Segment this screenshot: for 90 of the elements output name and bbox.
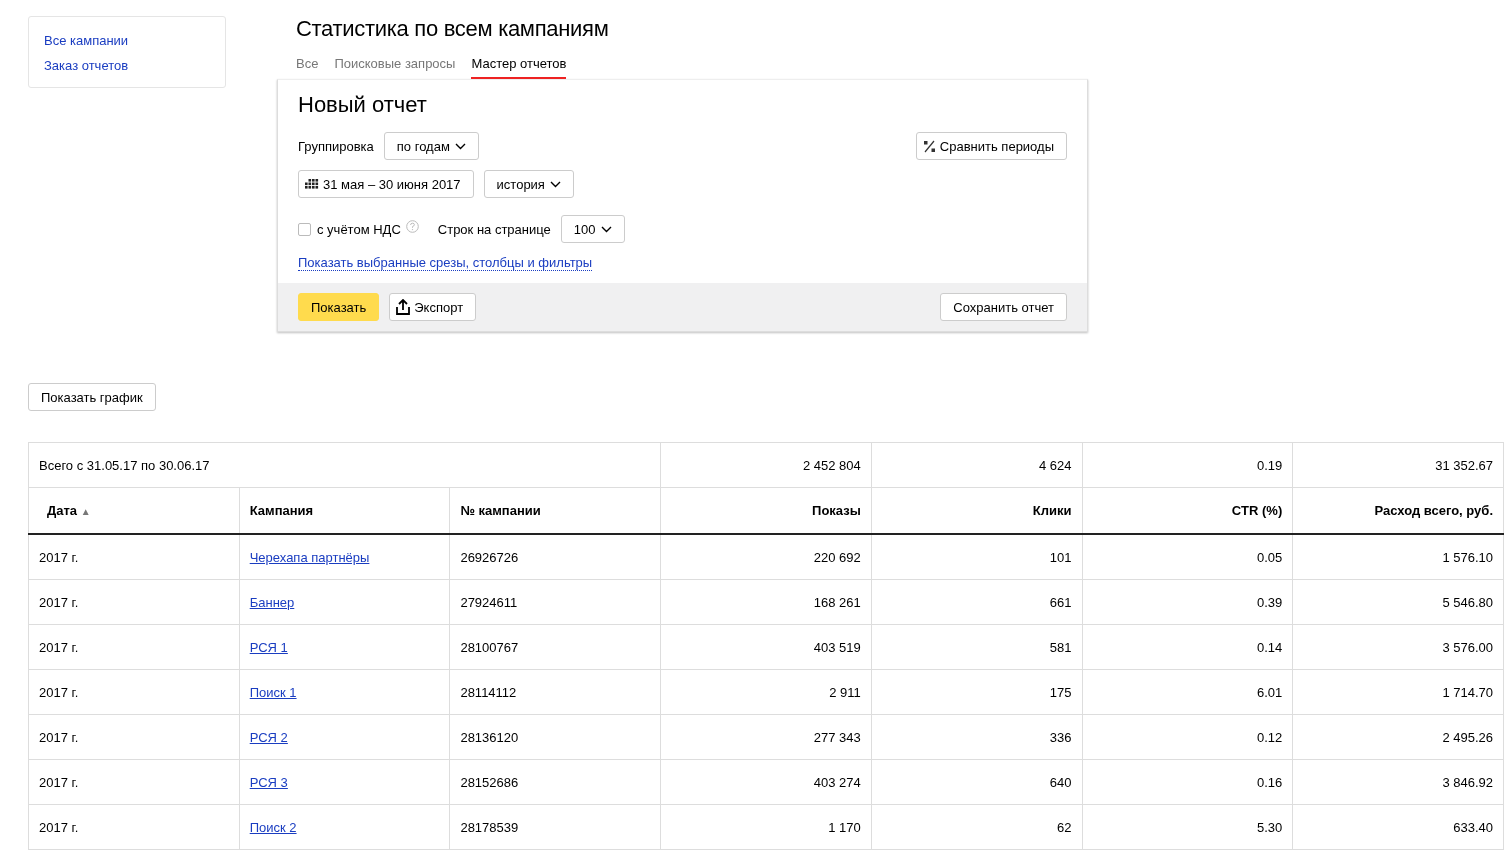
compare-icon: [922, 139, 936, 153]
tab[interactable]: Все: [296, 56, 319, 79]
column-header[interactable]: Дата ▲: [28, 487, 240, 534]
campaign-link[interactable]: РСЯ 1: [249, 639, 288, 655]
column-header[interactable]: CTR (%): [1082, 487, 1293, 534]
sidebar-link[interactable]: Заказ отчетов: [44, 58, 210, 74]
table-cell: 403 274: [660, 759, 872, 805]
upload-icon: [396, 299, 411, 315]
table-cell: 2017 г.: [28, 579, 240, 625]
table-cell: 3 576.00: [1292, 624, 1504, 670]
table-cell: 3 846.92: [1292, 759, 1504, 805]
table-cell: 175: [871, 669, 1082, 715]
total-cell: 4 624: [871, 442, 1082, 488]
table-cell: 26926726: [449, 534, 661, 580]
column-header[interactable]: Показы: [660, 487, 872, 534]
table-cell: 1 576.10: [1292, 534, 1504, 580]
table-cell: 336: [871, 714, 1082, 760]
calendar-icon: [305, 179, 319, 189]
table-cell: 2017 г.: [28, 714, 240, 760]
table-cell: 27924611: [449, 579, 661, 625]
table-cell: 0.16: [1082, 759, 1293, 805]
table-cell: 661: [871, 579, 1082, 625]
table-cell: 2017 г.: [28, 759, 240, 805]
table-cell: 28136120: [449, 714, 661, 760]
table-cell: 6.01: [1082, 669, 1293, 715]
table-cell: 28152686: [449, 759, 661, 805]
campaign-link[interactable]: Баннер: [249, 594, 295, 610]
total-cell: 31 352.67: [1292, 442, 1504, 488]
tab[interactable]: Мастер отчетов: [471, 56, 567, 79]
sidebar-link[interactable]: Все кампании: [44, 33, 210, 49]
filters-link[interactable]: Показать выбранные срезы, столбцы и фильтры: [298, 255, 593, 271]
grouping-label: Группировка: [298, 138, 374, 154]
export-button[interactable]: Экспорт: [389, 293, 477, 321]
column-header[interactable]: Расход всего, руб.: [1292, 487, 1504, 534]
table-cell: 101: [871, 534, 1082, 580]
table-cell: 62: [871, 804, 1082, 850]
total-cell: 0.19: [1082, 442, 1293, 488]
table-cell: 0.12: [1082, 714, 1293, 760]
table-cell: 2017 г.: [28, 669, 240, 715]
table-cell: 168 261: [660, 579, 872, 625]
column-header[interactable]: Клики: [871, 487, 1082, 534]
table-cell: 28114112: [449, 669, 661, 715]
table-cell: 5.30: [1082, 804, 1293, 850]
help-icon[interactable]: [405, 219, 419, 233]
table-cell: 0.14: [1082, 624, 1293, 670]
table-cell: 0.39: [1082, 579, 1293, 625]
table-cell: 28100767: [449, 624, 661, 670]
campaign-link[interactable]: РСЯ 2: [249, 729, 288, 745]
table-cell: 2017 г.: [28, 804, 240, 850]
table-cell: 28178539: [449, 804, 661, 850]
period-dropdown[interactable]: история: [483, 170, 574, 198]
table-cell: 1 714.70: [1292, 669, 1504, 715]
caret-icon: [454, 142, 466, 150]
vat-label: с учётом НДС: [317, 221, 401, 237]
show-chart-button[interactable]: Показать график: [28, 383, 156, 411]
report-title: Новый отчет: [298, 92, 428, 118]
total-cell: 2 452 804: [660, 442, 872, 488]
total-label: Всего с 31.05.17 по 30.06.17: [28, 442, 661, 488]
sort-arrow: ▲: [80, 506, 91, 517]
table-cell: 581: [871, 624, 1082, 670]
table-cell: 2017 г.: [28, 624, 240, 670]
table-cell: 633.40: [1292, 804, 1504, 850]
show-button[interactable]: Показать: [298, 293, 380, 321]
table-cell: 0.05: [1082, 534, 1293, 580]
table-cell: 277 343: [660, 714, 872, 760]
table-cell: 5 546.80: [1292, 579, 1504, 625]
table-cell: 2 911: [660, 669, 872, 715]
table-cell: 220 692: [660, 534, 872, 580]
caret-icon: [600, 225, 612, 233]
compare-periods-button[interactable]: Сравнить периоды: [915, 132, 1067, 160]
page-title: Статистика по всем кампаниям: [296, 16, 610, 42]
campaign-link[interactable]: Черехапа партнёры: [249, 549, 370, 565]
campaign-link[interactable]: РСЯ 3: [249, 774, 288, 790]
rows-per-page-label: Строк на странице: [437, 221, 551, 237]
tab[interactable]: Поисковые запросы: [334, 56, 456, 79]
save-report-button[interactable]: Сохранить отчет: [940, 293, 1067, 321]
campaign-link[interactable]: Поиск 2: [249, 819, 297, 835]
table-cell: 403 519: [660, 624, 872, 670]
campaign-link[interactable]: Поиск 1: [249, 684, 297, 700]
checkbox[interactable]: [298, 222, 311, 236]
table-cell: 2 495.26: [1292, 714, 1504, 760]
column-header[interactable]: Кампания: [239, 487, 450, 534]
table-cell: 2017 г.: [28, 534, 240, 580]
table-cell: 1 170: [660, 804, 872, 850]
grouping-dropdown[interactable]: по годам: [383, 132, 479, 160]
column-header[interactable]: № кампании: [449, 487, 661, 534]
caret-icon: [549, 180, 561, 188]
rows-per-page-dropdown[interactable]: 100: [560, 215, 625, 243]
date-range-button[interactable]: 31 мая – 30 июня 2017: [298, 170, 474, 198]
table-cell: 640: [871, 759, 1082, 805]
